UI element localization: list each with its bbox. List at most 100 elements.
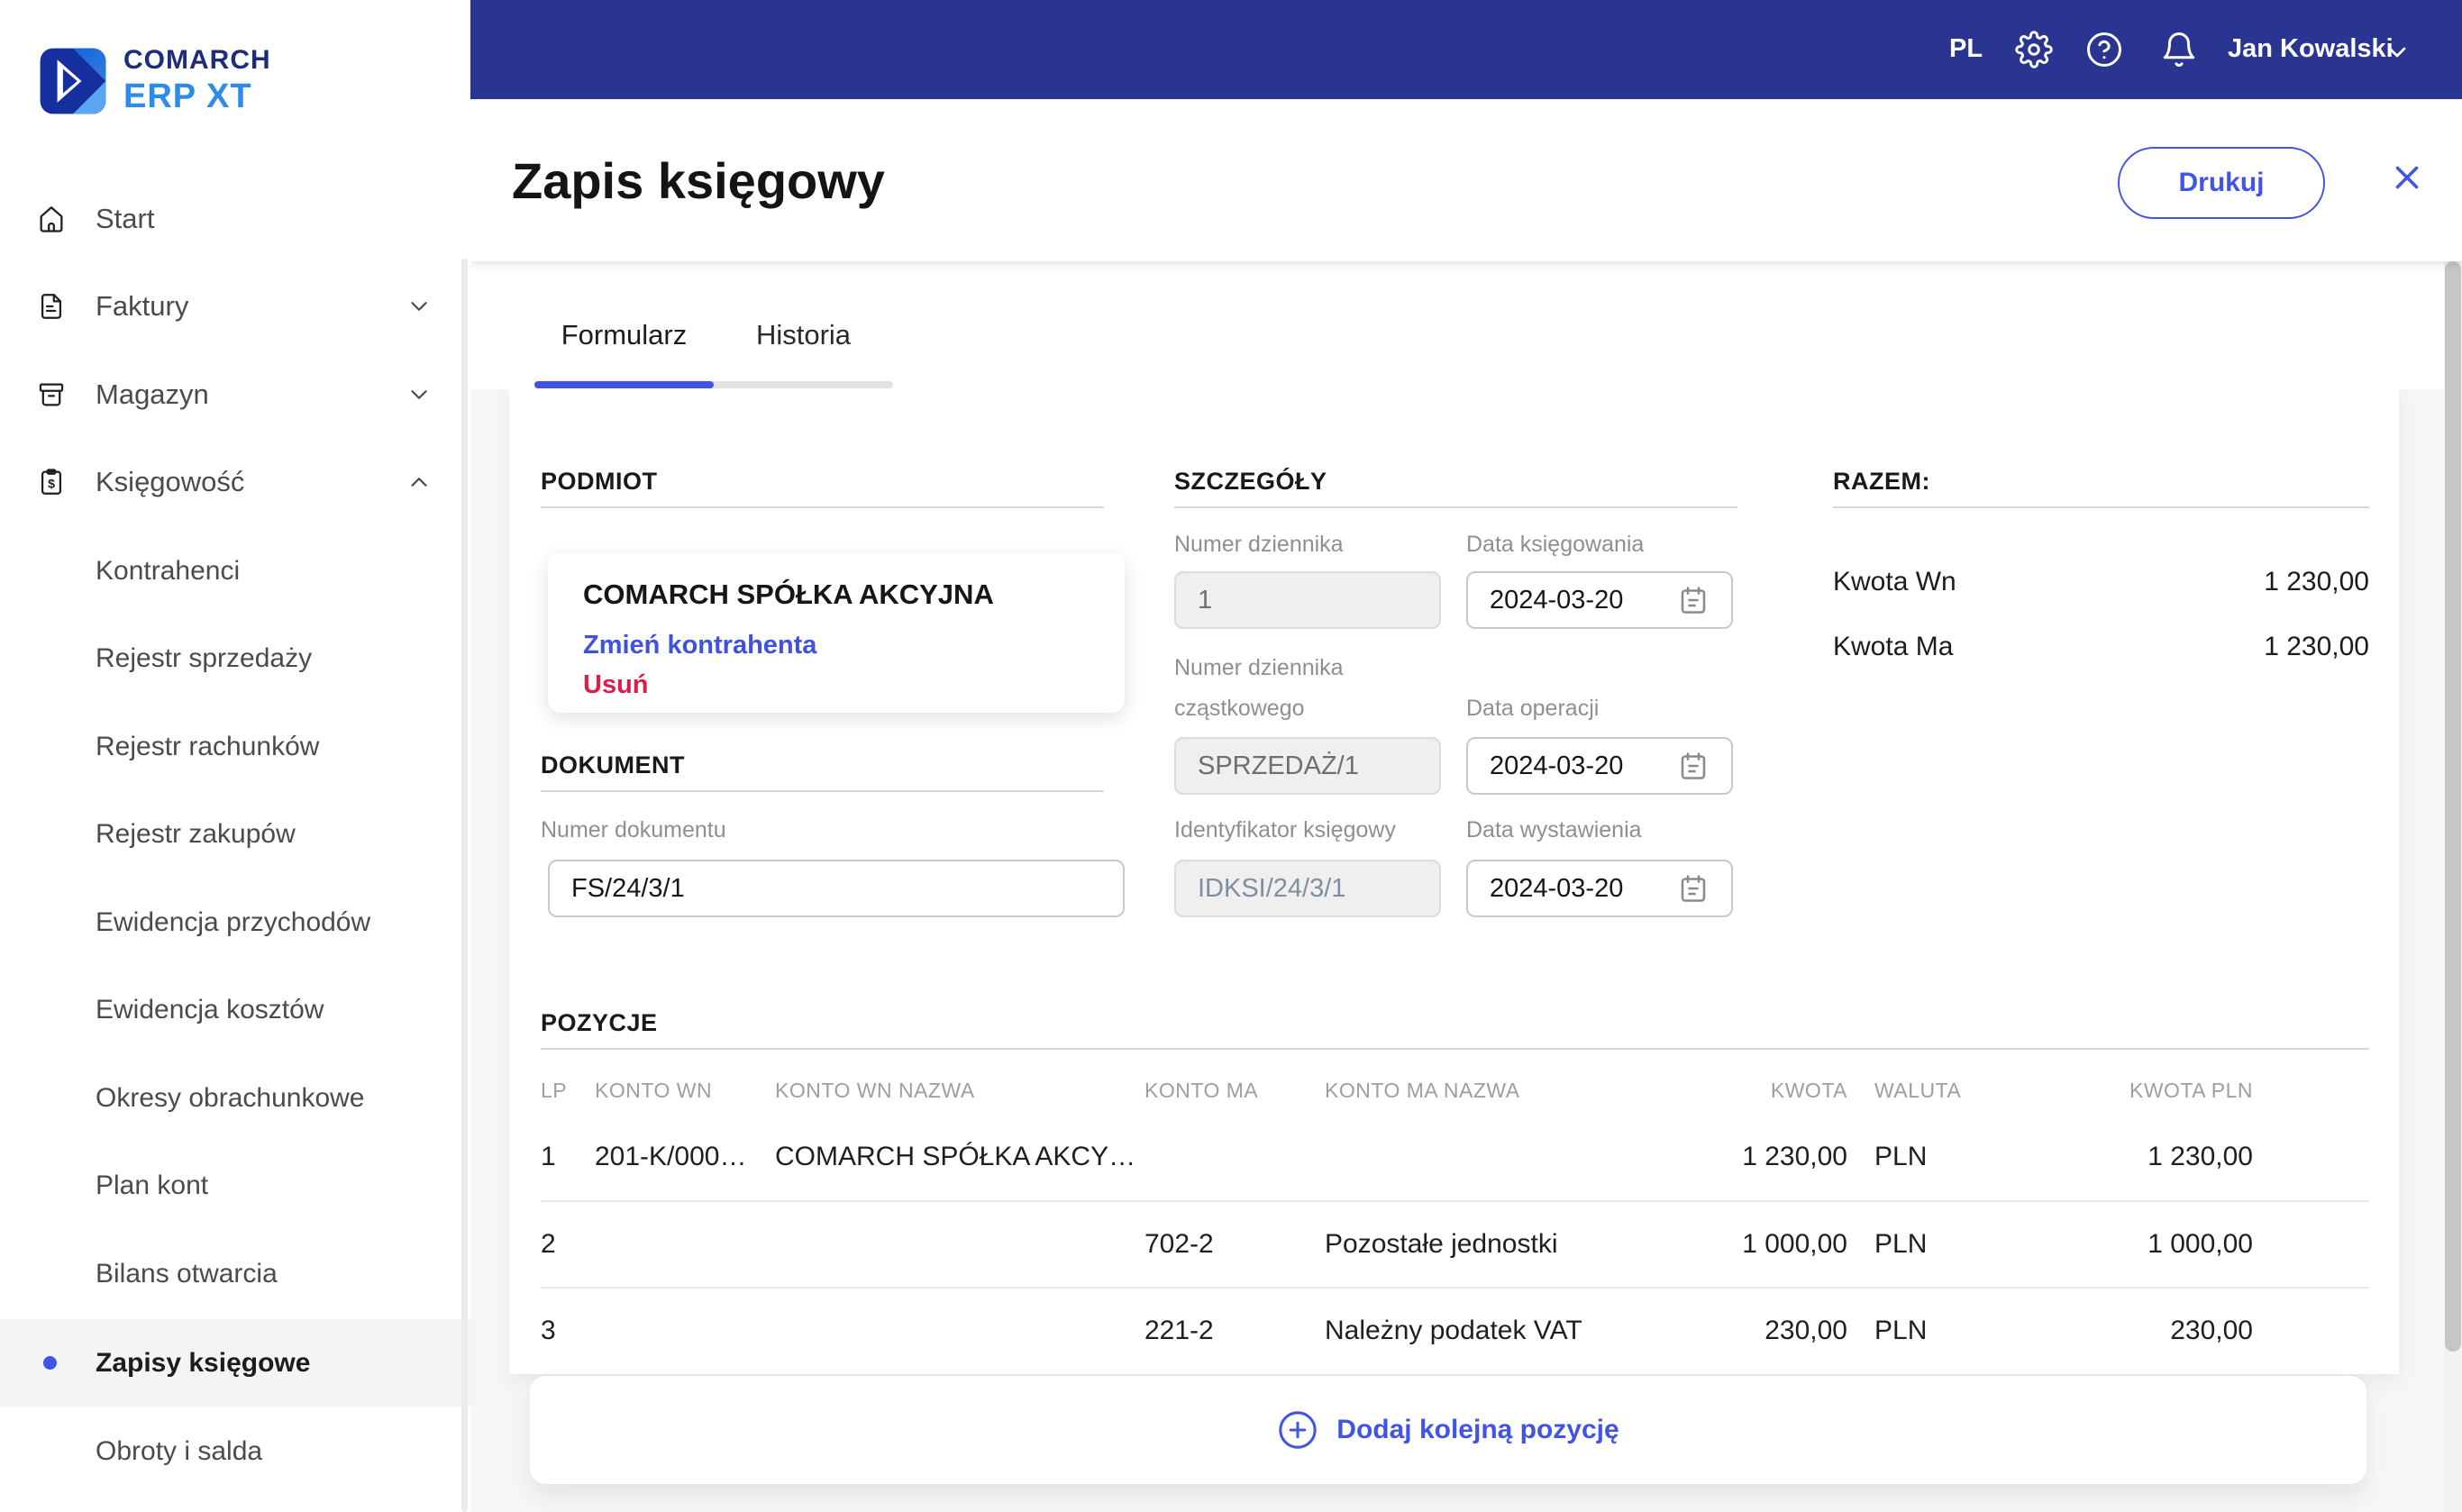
sidebar-item-ewidencja-kosztow[interactable]: Ewidencja kosztów [0, 966, 470, 1053]
language-switcher[interactable]: PL [1949, 34, 1983, 64]
topbar: PL Jan Kowalski [470, 0, 2462, 99]
add-position-label: Dodaj kolejną pozycję [1336, 1415, 1619, 1444]
divider [541, 506, 1104, 508]
tab-formularz[interactable]: Formularz [534, 319, 714, 351]
sidebar-item-faktury[interactable]: Faktury [0, 262, 470, 350]
cell-lp: 1 [541, 1142, 556, 1171]
column-header-waluta: WALUTA [1874, 1079, 1962, 1102]
section-podmiot-heading: PODMIOT [541, 468, 658, 495]
plus-circle-icon [1279, 1411, 1317, 1449]
section-dokument-heading: DOKUMENT [541, 751, 685, 779]
sidebar-item-label: Okresy obrachunkowe [96, 1082, 365, 1113]
change-contractor-link[interactable]: Zmień kontrahenta [583, 631, 816, 660]
sidebar-item-label: Magazyn [96, 378, 209, 410]
sidebar-item-ksiegowania-okresowe[interactable]: Księgowania okresowe [0, 1487, 470, 1512]
comarch-logo[interactable]: COMARCH ERP XT [39, 45, 271, 116]
sidebar-item-rejestr-sprzedazy[interactable]: Rejestr sprzedaży [0, 615, 470, 702]
razem-row-kwota-ma: Kwota Ma 1 230,00 [1833, 632, 2369, 662]
data-wystawienia-value: 2024-03-20 [1490, 873, 1624, 903]
table-row[interactable]: 3 221-2 Należny podatek VAT 230,00 PLN 2… [509, 1289, 2399, 1375]
print-button[interactable]: Drukuj [2118, 147, 2325, 219]
cell-kwota-pln: 1 230,00 [2147, 1142, 2253, 1171]
sidebar-item-okresy-obrachunkowe[interactable]: Okresy obrachunkowe [0, 1054, 470, 1142]
sidebar-item-plan-kont[interactable]: Plan kont [0, 1142, 470, 1229]
form-card: PODMIOT SZCZEGÓŁY RAZEM: COMARCH SPÓŁKA … [509, 389, 2399, 1374]
sidebar-item-zapisy-ksiegowe[interactable]: Zapisy księgowe [0, 1319, 470, 1407]
divider [1833, 506, 2369, 508]
remove-contractor-link[interactable]: Usuń [583, 670, 649, 700]
data-ksiegowania-value: 2024-03-20 [1490, 585, 1624, 615]
cell-lp: 2 [541, 1229, 556, 1259]
brand-name-bottom: ERP XT [123, 77, 252, 115]
sidebar-item-label: Faktury [96, 289, 189, 322]
calendar-icon[interactable] [1677, 750, 1710, 782]
calendar-icon[interactable] [1677, 872, 1710, 905]
svg-text:$: $ [48, 477, 55, 491]
bell-icon[interactable] [2160, 31, 2198, 68]
data-ksiegowania-label: Data księgowania [1466, 532, 1645, 557]
numer-dziennika-czastkowego-input: SPRZEDAŻ/1 [1174, 737, 1441, 795]
sidebar-item-rejestr-rachunkow[interactable]: Rejestr rachunków [0, 703, 470, 790]
chevron-down-icon[interactable] [2383, 38, 2412, 67]
sidebar-item-ksiegowosc[interactable]: $ Księgowość [0, 438, 470, 525]
sidebar-item-bilans-otwarcia[interactable]: Bilans otwarcia [0, 1230, 470, 1317]
user-menu[interactable]: Jan Kowalski [2228, 34, 2394, 64]
razem-row-kwota-wn: Kwota Wn 1 230,00 [1833, 567, 2369, 597]
sidebar-item-label: Rejestr zakupów [96, 818, 296, 849]
sidebar-item-rejestr-zakupow[interactable]: Rejestr zakupów [0, 790, 470, 878]
cell-konto-wn: 201-K/000… [595, 1142, 747, 1171]
sidebar-item-start[interactable]: Start [0, 175, 470, 262]
table-row[interactable]: 1 201-K/000… COMARCH SPÓŁKA AKCY… 1 230,… [509, 1115, 2399, 1201]
gear-icon[interactable] [2015, 31, 2053, 68]
numer-dokumentu-input[interactable]: FS/24/3/1 [548, 860, 1125, 917]
table-header-row: LP KONTO WN KONTO WN NAZWA KONTO MA KONT… [509, 1079, 2399, 1109]
chevron-down-icon [411, 301, 427, 311]
tab-historia[interactable]: Historia [714, 319, 893, 351]
brand-name-top: COMARCH [123, 45, 271, 75]
sidebar-item-label: Rejestr sprzedaży [96, 642, 313, 673]
divider [1174, 506, 1737, 508]
tab-strip: Formularz Historia [470, 261, 2444, 389]
numer-dokumentu-label: Numer dokumentu [541, 817, 726, 843]
sidebar-item-kontrahenci[interactable]: Kontrahenci [0, 527, 470, 615]
data-wystawienia-input[interactable]: 2024-03-20 [1466, 860, 1733, 917]
contractor-card[interactable]: COMARCH SPÓŁKA AKCYJNA Zmień kontrahenta… [548, 553, 1125, 713]
razem-value: 1 230,00 [2264, 567, 2369, 597]
sidebar-item-label: Plan kont [96, 1170, 209, 1200]
chevron-down-icon [411, 389, 427, 399]
column-header-konto-wn: KONTO WN [595, 1079, 713, 1102]
sidebar-scrollbar[interactable] [461, 259, 468, 1512]
data-ksiegowania-input[interactable]: 2024-03-20 [1466, 571, 1733, 629]
page-scrollbar[interactable] [2444, 99, 2462, 1512]
data-operacji-value: 2024-03-20 [1490, 751, 1624, 780]
sidebar-item-obroty-i-salda[interactable]: Obroty i salda [0, 1407, 470, 1495]
column-header-kwota: KWOTA [1770, 1079, 1847, 1102]
sidebar-item-label: Rejestr rachunków [96, 731, 320, 761]
column-header-konto-wn-nazwa: KONTO WN NAZWA [775, 1079, 975, 1102]
table-row[interactable]: 2 702-2 Pozostałe jednostki 1 000,00 PLN… [509, 1202, 2399, 1289]
chevron-up-icon [411, 477, 427, 487]
tab-active-underline [534, 381, 714, 388]
cell-kwota: 1 230,00 [1742, 1142, 1847, 1171]
scrollbar-thumb[interactable] [2445, 261, 2461, 1352]
brand-text: COMARCH ERP XT [123, 45, 271, 116]
sidebar-item-magazyn[interactable]: Magazyn [0, 351, 470, 438]
form-content: PODMIOT SZCZEGÓŁY RAZEM: COMARCH SPÓŁKA … [470, 389, 2444, 1512]
cell-lp: 3 [541, 1316, 556, 1345]
cell-konto-ma: 221-2 [1144, 1316, 1214, 1345]
sidebar-item-label: Kontrahenci [96, 555, 241, 586]
sidebar-item-label: Start [96, 202, 155, 234]
help-icon[interactable] [2085, 31, 2123, 68]
data-operacji-input[interactable]: 2024-03-20 [1466, 737, 1733, 795]
close-icon[interactable] [2391, 161, 2423, 194]
add-position-button[interactable]: Dodaj kolejną pozycję [530, 1374, 2366, 1484]
sidebar-item-label: Bilans otwarcia [96, 1258, 278, 1289]
data-operacji-label: Data operacji [1466, 696, 1600, 721]
cell-kwota-pln: 230,00 [2170, 1316, 2253, 1345]
divider [541, 1048, 2369, 1050]
sidebar-item-label: Księgowość [96, 465, 245, 497]
calendar-icon[interactable] [1677, 584, 1710, 616]
sidebar-item-ewidencja-przychodow[interactable]: Ewidencja przychodów [0, 879, 470, 966]
cell-waluta: PLN [1874, 1142, 1928, 1171]
sidebar-item-label: Ewidencja kosztów [96, 994, 324, 1025]
